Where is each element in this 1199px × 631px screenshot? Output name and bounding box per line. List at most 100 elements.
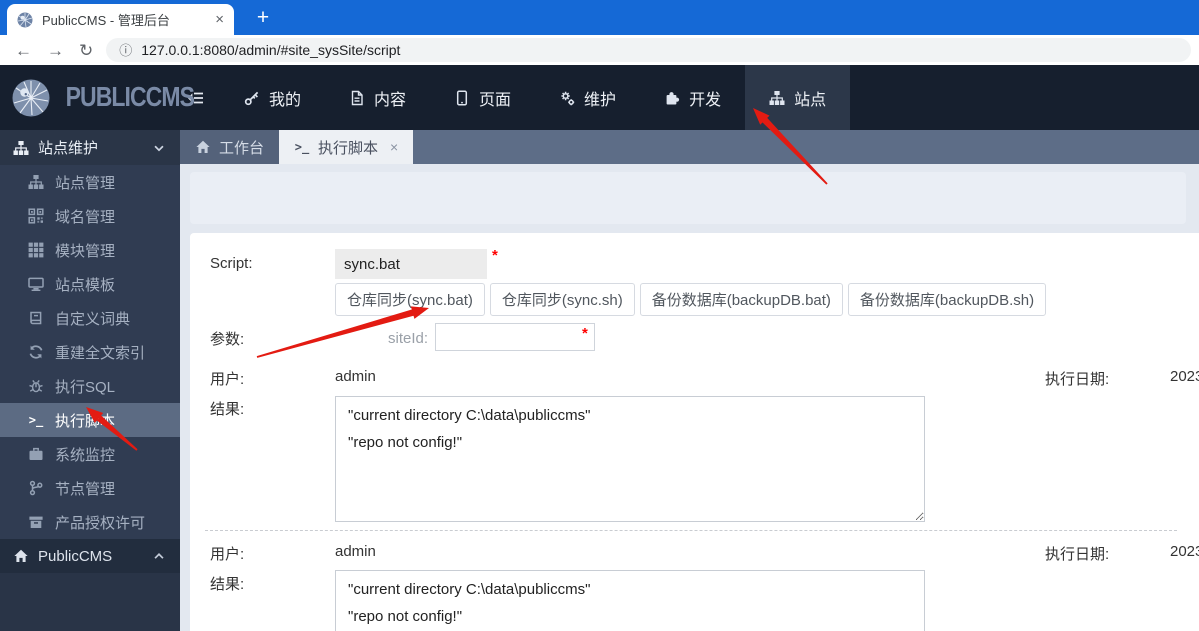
sidebar-item-label: 执行SQL (55, 378, 116, 396)
script-label: Script: (210, 255, 253, 272)
exec-date-value: 2023 (1170, 368, 1199, 385)
script-input[interactable] (335, 249, 487, 279)
favicon-icon (17, 12, 33, 28)
url-text: 127.0.0.1:8080/admin/#site_sysSite/scrip… (141, 42, 401, 58)
sidebar-item-9[interactable]: 节点管理 (0, 471, 180, 505)
nav-item-2[interactable]: 页面 (430, 65, 535, 130)
result-label: 结果: (210, 576, 245, 593)
sync-icon (28, 344, 44, 360)
sidebar-item-publiccms[interactable]: PublicCMS (0, 539, 180, 573)
sidebar-item-2[interactable]: 模块管理 (0, 233, 180, 267)
record-divider (205, 530, 1177, 531)
sidebar-item-label: 站点模板 (55, 276, 116, 294)
top-nav: PUBLICCMS 我的 内容 页面 维护 开发 站点 (0, 65, 1199, 130)
url-bar[interactable]: ⓘ 127.0.0.1:8080/admin/#site_sysSite/scr… (106, 38, 1191, 62)
nav-item-5[interactable]: 站点 (745, 65, 851, 130)
main-content: Script: * 仓库同步(sync.bat)仓库同步(sync.sh)备份数… (180, 164, 1199, 631)
grid-icon (28, 242, 44, 258)
nav-item-0[interactable]: 我的 (220, 65, 325, 130)
exec-date-label: 执行日期: (1045, 546, 1110, 563)
archive-icon (28, 514, 44, 530)
result-textarea[interactable]: "current directory C:\data\publiccms" "r… (335, 396, 925, 522)
script-buttons: 仓库同步(sync.bat) 仓库同步(sync.sh) 备份数据库(backupD… (335, 283, 1047, 316)
sidebar-item-7[interactable]: >_ 执行脚本 (0, 403, 180, 437)
sidebar-items: 站点管理域名管理模块管理站点模板自定义词典 重建全文索引执行SQL >_ 执行脚本系统… (0, 165, 180, 539)
browser-tab[interactable]: PublicCMS - 管理后台 × (7, 4, 234, 35)
browser-tabstrip: PublicCMS - 管理后台 × + (0, 0, 1199, 35)
book-icon (28, 310, 44, 326)
branch-icon (28, 480, 44, 496)
file-icon (349, 90, 365, 106)
brand-text: PUBLICCMS (65, 81, 195, 113)
sidebar-item-label: 模块管理 (55, 242, 116, 260)
sidebar-item-label: 域名管理 (55, 208, 116, 226)
user-label: 用户: (210, 546, 245, 563)
forward-icon[interactable]: → (47, 42, 64, 59)
briefcase-icon (28, 446, 44, 462)
sidebar-section-title: 站点维护 (38, 140, 99, 157)
workspace-tab-label: 执行脚本 (318, 139, 379, 157)
tab-close-icon[interactable]: × (215, 12, 224, 27)
sidebar-section-header[interactable]: 站点维护 (0, 130, 180, 165)
param-input[interactable] (435, 323, 595, 351)
script-button-2[interactable]: 备份数据库(backupDB.bat) (639, 283, 843, 316)
info-icon: ⓘ (119, 42, 133, 58)
required-asterisk: * (492, 247, 498, 264)
chevron-down-icon (151, 140, 167, 156)
nav-item-1[interactable]: 内容 (325, 65, 430, 130)
script-button-0[interactable]: 仓库同步(sync.bat) (335, 283, 485, 316)
workspace-tab-1[interactable]: >_ 执行脚本 × (279, 130, 414, 164)
nav-item-label: 站点 (794, 91, 827, 109)
sidebar-item-6[interactable]: 执行SQL (0, 369, 180, 403)
sidebar-item-10[interactable]: 产品授权许可 (0, 505, 180, 539)
sidebar-filler (0, 573, 180, 631)
param-field-label: siteId: (388, 330, 429, 347)
sidebar-item-3[interactable]: 站点模板 (0, 267, 180, 301)
nav-item-label: 维护 (584, 91, 617, 109)
sidebar-item-label: 执行脚本 (55, 412, 116, 430)
qrcode-icon (28, 208, 44, 224)
sidebar-item-1[interactable]: 域名管理 (0, 199, 180, 233)
publiccms-logo-icon (12, 79, 50, 117)
sidebar-item-8[interactable]: 系统监控 (0, 437, 180, 471)
script-button-3[interactable]: 备份数据库(backupDB.sh) (847, 283, 1047, 316)
sidebar-item-label: 节点管理 (55, 480, 116, 498)
browser-tab-title: PublicCMS - 管理后台 (42, 13, 170, 28)
workspace-tab-0[interactable]: 工作台 (180, 130, 280, 164)
sitemap-icon (13, 140, 29, 156)
exec-date-value: 2023 (1170, 543, 1199, 560)
nav-item-label: 页面 (479, 91, 512, 109)
user-value: admin (335, 368, 376, 385)
sidebar-item-label: 站点管理 (55, 174, 116, 192)
tab-close-icon[interactable]: × (390, 139, 398, 155)
sidebar-item-5[interactable]: 重建全文索引 (0, 335, 180, 369)
puzzle-icon (664, 90, 680, 106)
top-nav-items: 我的 内容 页面 维护 开发 站点 (220, 65, 851, 130)
sidebar-item-0[interactable]: 站点管理 (0, 165, 180, 199)
result-textarea[interactable]: "current directory C:\data\publiccms" "r… (335, 570, 925, 631)
workspace-tabbar: 工作台 >_ 执行脚本 × (180, 130, 1199, 164)
nav-item-4[interactable]: 开发 (640, 65, 745, 130)
script-button-1[interactable]: 仓库同步(sync.sh) (489, 283, 635, 316)
bug-icon (28, 378, 44, 394)
filter-panel (190, 172, 1186, 224)
sidebar-item-4[interactable]: 自定义词典 (0, 301, 180, 335)
nav-item-label: 内容 (374, 91, 407, 109)
chevron-up-icon (151, 548, 167, 564)
back-icon[interactable]: ← (15, 42, 32, 59)
reload-icon[interactable]: ↻ (79, 42, 93, 59)
terminal-icon: >_ (294, 140, 310, 154)
sidebar-item-label: 系统监控 (55, 446, 116, 464)
browser-toolbar: ← → ↻ ⓘ 127.0.0.1:8080/admin/#site_sysSi… (0, 35, 1199, 65)
screen: PublicCMS - 管理后台 × + ← → ↻ ⓘ 127.0.0.1:8… (0, 0, 1199, 631)
home-icon (13, 548, 29, 564)
desktop-icon (28, 276, 44, 292)
new-tab-button[interactable]: + (247, 3, 279, 33)
user-value: admin (335, 543, 376, 560)
nav-item-3[interactable]: 维护 (535, 65, 640, 130)
home-icon (195, 139, 211, 155)
key-icon (244, 90, 260, 106)
workspace-tab-label: 工作台 (219, 139, 265, 157)
sidebar-footer-label: PublicCMS (38, 547, 113, 565)
brand[interactable]: PUBLICCMS (0, 79, 195, 117)
